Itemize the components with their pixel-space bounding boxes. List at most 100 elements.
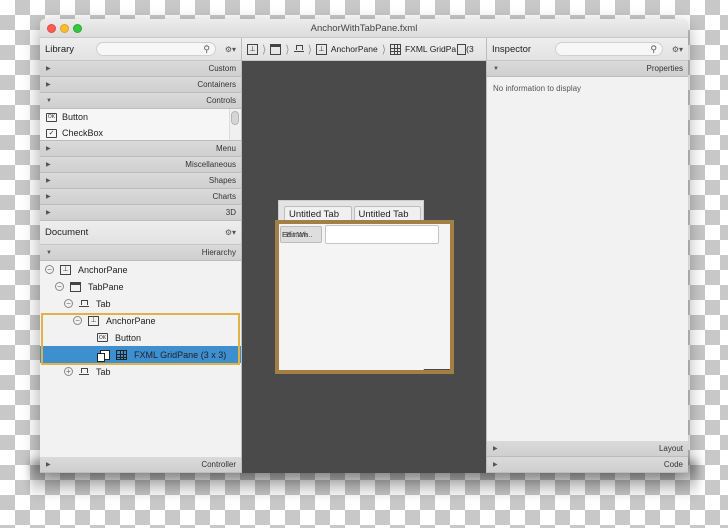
title-bar[interactable]: AnchorWithTabPane.fxml — [40, 19, 688, 38]
section-label: 3D — [225, 208, 236, 217]
collapsed-arrow-icon: ▶ — [46, 462, 51, 468]
tree-item-label: TabPane — [88, 281, 124, 292]
collapsed-arrow-icon: ▶ — [46, 162, 51, 168]
inspector-search-input[interactable]: ⚲ — [555, 42, 663, 56]
canvas-anchorpane[interactable] — [280, 224, 450, 369]
inspector-section-code[interactable]: ▶ Code — [487, 457, 688, 473]
section-label: Controller — [201, 460, 236, 469]
inspector-section-layout[interactable]: ▶ Layout — [487, 441, 688, 457]
collapsed-arrow-icon: ▶ — [46, 82, 51, 88]
breadcrumb-label: AnchorPane — [330, 44, 378, 54]
tree-item-button[interactable]: OK Button — [40, 329, 241, 346]
tree-item-anchorpane[interactable]: − ⊥ AnchorPane — [40, 261, 241, 278]
item-label: Button — [62, 112, 89, 122]
collapse-toggle-icon[interactable]: − — [64, 299, 73, 308]
inspector-empty-message: No information to display — [493, 84, 582, 93]
canvas-tab-1[interactable]: Untitled Tab 1 — [284, 206, 352, 236]
library-search-input[interactable]: ⚲ — [96, 42, 216, 56]
section-label: Properties — [646, 64, 683, 73]
library-item-checkbox[interactable]: ✓ CheckBox — [40, 125, 241, 141]
section-label: Custom — [208, 64, 236, 73]
breadcrumb-item-anchorpane-nested[interactable]: ⊥ AnchorPane — [315, 43, 378, 55]
inspector-panel: Inspector ⚲ ⚙▾ ▼ Properties No informati… — [486, 38, 688, 473]
collapsed-arrow-icon: ▶ — [46, 146, 51, 152]
tabpane-icon — [270, 43, 282, 55]
collapse-toggle-icon[interactable]: − — [73, 316, 82, 325]
gridpane-icon — [116, 349, 127, 360]
library-section-shapes[interactable]: ▶ Shapes — [40, 173, 241, 189]
content-panel: ⊥ ⟩ ⟩ ⟩ ⊥ AnchorPane ⟩ FXML GridPa (3 Un… — [242, 38, 486, 473]
library-section-miscellaneous[interactable]: ▶ Miscellaneous — [40, 157, 241, 173]
tree-item-tabpane[interactable]: − TabPane — [40, 278, 241, 295]
breadcrumb-separator-icon: ⟩ — [381, 43, 386, 56]
library-item-button[interactable]: OK Button — [40, 109, 241, 125]
breadcrumb-item-anchorpane[interactable]: ⊥ — [247, 43, 258, 55]
document-section-hierarchy[interactable]: ▼ Hierarchy — [40, 245, 241, 261]
expanded-arrow-icon: ▼ — [46, 249, 52, 256]
scrollbar-thumb[interactable] — [231, 111, 239, 125]
section-label: Miscellaneous — [185, 160, 236, 169]
breadcrumb-separator-icon: ⟩ — [262, 43, 267, 56]
section-label: Menu — [215, 144, 236, 153]
tree-item-tab[interactable]: − Tab — [40, 295, 241, 312]
inspector-section-properties[interactable]: ▼ Properties — [487, 61, 688, 77]
tree-item-label: FXML GridPane (3 x 3) — [134, 349, 227, 360]
breadcrumb-separator-icon: ⟩ — [307, 43, 312, 56]
tab-icon — [293, 45, 304, 52]
search-icon: ⚲ — [203, 44, 210, 54]
expanded-arrow-icon: ▼ — [493, 65, 499, 72]
library-section-controls[interactable]: ▼ Controls — [40, 93, 241, 109]
library-title: Library — [45, 43, 75, 55]
library-section-containers[interactable]: ▶ Containers — [40, 77, 241, 93]
controls-list: OK Button ✓ CheckBox — [40, 109, 241, 141]
button-label: Button — [286, 230, 308, 239]
scrollbar-track[interactable] — [229, 109, 241, 140]
inspector-gear-menu-icon[interactable]: ⚙▾ — [669, 45, 683, 54]
maximize-window-button[interactable] — [73, 24, 82, 33]
tree-item-tab-2[interactable]: + Tab — [40, 363, 241, 380]
breadcrumb-item-tabpane[interactable] — [270, 43, 282, 55]
collapsed-arrow-icon: ▶ — [46, 66, 51, 72]
document-header: Document ⚙▾ — [40, 221, 241, 245]
breadcrumb-item-gridpane[interactable]: FXML GridPa (3 — [389, 43, 474, 55]
scene-builder-window: AnchorWithTabPane.fxml Library ⚲ ⚙▾ ▶ Cu… — [40, 19, 688, 473]
tree-item-anchorpane-nested[interactable]: − ⊥ AnchorPane — [40, 312, 241, 329]
search-icon: ⚲ — [650, 44, 657, 54]
expand-toggle-icon[interactable]: + — [64, 367, 73, 376]
minimize-window-button[interactable] — [60, 24, 69, 33]
canvas-grid-button[interactable]: Edit Wh.. Button — [280, 226, 322, 243]
collapse-toggle-icon[interactable]: − — [55, 282, 64, 291]
breadcrumb: ⊥ ⟩ ⟩ ⟩ ⊥ AnchorPane ⟩ FXML GridPa (3 — [242, 38, 486, 61]
close-window-button[interactable] — [47, 24, 56, 33]
breadcrumb-item-tab[interactable] — [293, 45, 304, 52]
tab-icon — [79, 299, 89, 307]
left-panel: Library ⚲ ⚙▾ ▶ Custom ▶ Containers ▼ Con… — [40, 38, 242, 473]
section-label: Code — [663, 460, 683, 469]
section-label: Shapes — [208, 176, 236, 185]
section-label: Layout — [658, 444, 683, 453]
breadcrumb-label: FXML GridPa — [404, 44, 457, 54]
library-section-3d[interactable]: ▶ 3D — [40, 205, 241, 221]
document-gear-menu-icon[interactable]: ⚙▾ — [222, 228, 236, 237]
collapsed-arrow-icon: ▶ — [493, 446, 498, 452]
library-section-custom[interactable]: ▶ Custom — [40, 61, 241, 77]
anchorpane-icon: ⊥ — [60, 264, 71, 275]
tree-item-label: Tab — [96, 366, 111, 377]
collapsed-arrow-icon: ▶ — [46, 194, 51, 200]
section-label: Containers — [197, 80, 236, 89]
library-gear-menu-icon[interactable]: ⚙▾ — [222, 45, 236, 54]
section-label: Controls — [206, 96, 236, 105]
canvas-tab-header: Untitled Tab 1 Untitled Tab 2 — [279, 201, 423, 236]
library-section-menu[interactable]: ▶ Menu — [40, 141, 241, 157]
document-section-controller[interactable]: ▶ Controller — [40, 457, 241, 473]
window-title: AnchorWithTabPane.fxml — [310, 23, 418, 34]
collapse-toggle-icon[interactable]: − — [45, 265, 54, 274]
library-section-charts[interactable]: ▶ Charts — [40, 189, 241, 205]
anchorpane-icon: ⊥ — [247, 43, 258, 55]
canvas-tab-2[interactable]: Untitled Tab 2 — [353, 206, 421, 236]
tree-item-gridpane[interactable]: FXML GridPane (3 x 3) — [40, 346, 241, 363]
anchorpane-icon: ⊥ — [315, 43, 327, 55]
canvas-grid-textfield[interactable] — [325, 225, 439, 244]
fxml-include-icon — [97, 349, 110, 362]
tree-item-label: AnchorPane — [106, 315, 156, 326]
